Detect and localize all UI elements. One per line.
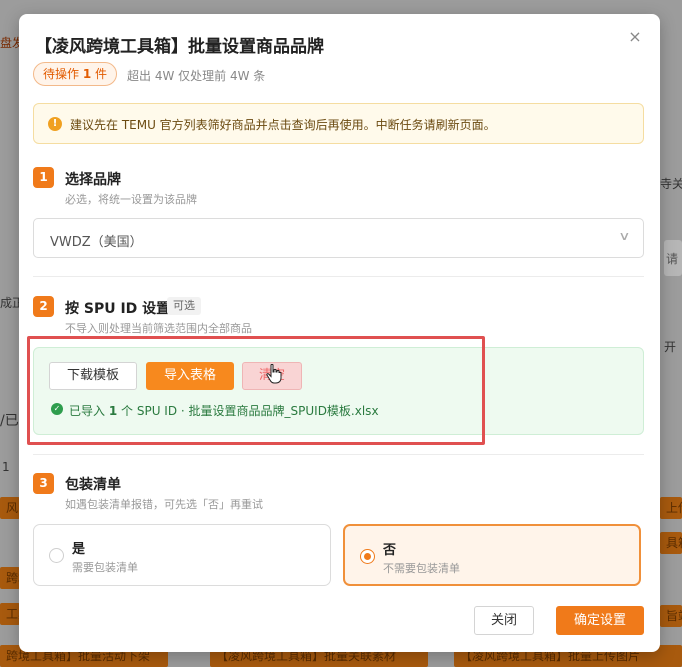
bg-strip: 旨站 xyxy=(660,605,682,627)
close-icon[interactable]: × xyxy=(624,26,646,48)
spu-import-panel: 下载模板 导入表格 清空 ✓ 已导入 1 个 SPU ID · 批量设置商品品牌… xyxy=(33,347,644,435)
import-result-prefix: 已导入 xyxy=(69,404,106,418)
step-3-desc: 如遇包装清单报错，可先选「否」再重试 xyxy=(65,498,263,511)
no-label: 否 xyxy=(383,543,397,558)
import-result-suffix: 个 SPU ID · 批量设置商品品牌_SPUID模板.xlsx xyxy=(121,404,379,418)
limit-note: 超出 4W 仅处理前 4W 条 xyxy=(127,69,266,83)
chevron-down-icon: ∨ xyxy=(618,229,631,243)
optional-tag: 可选 xyxy=(167,297,201,315)
dialog-title: 【凌风跨境工具箱】批量设置商品品牌 xyxy=(35,37,324,57)
step-3-number: 3 xyxy=(33,473,54,494)
no-sub: 不需要包装清单 xyxy=(383,562,460,575)
import-result: 已导入 1 个 SPU ID · 批量设置商品品牌_SPUID模板.xlsx xyxy=(69,402,379,419)
hand-cursor-icon xyxy=(266,364,282,384)
step-2-title: 按 SPU ID 设置 xyxy=(65,301,171,317)
bg-strip: 上传 xyxy=(660,497,682,519)
step-3-title: 包装清单 xyxy=(65,477,121,493)
bg-strip: 跨境 xyxy=(0,567,20,589)
bg-strip: 风 xyxy=(0,497,20,519)
step-1-number: 1 xyxy=(33,167,54,188)
download-template-button[interactable]: 下载模板 xyxy=(49,362,137,390)
bg-strip: 工具 xyxy=(0,603,20,625)
step-1-title: 选择品牌 xyxy=(65,172,121,188)
import-table-button[interactable]: 导入表格 xyxy=(146,362,234,390)
import-result-count: 1 xyxy=(108,404,118,418)
pending-label: 待操作 xyxy=(43,67,80,81)
pending-badge: 待操作 1 件 xyxy=(33,62,118,86)
step-2-number: 2 xyxy=(33,296,54,317)
yes-label: 是 xyxy=(72,542,86,557)
step-2-desc: 不导入则处理当前筛选范围内全部商品 xyxy=(65,322,252,335)
bg-text: 1 xyxy=(2,460,10,474)
bg-text: 寺关注 xyxy=(660,177,682,191)
brand-select[interactable]: VWDZ（美国） ∨ xyxy=(33,218,644,258)
close-button[interactable]: 关闭 xyxy=(474,606,534,635)
check-circle-icon: ✓ xyxy=(51,403,63,415)
set-brand-dialog: 【凌风跨境工具箱】批量设置商品品牌 × 待操作 1 件 超出 4W 仅处理前 4… xyxy=(19,14,660,652)
packing-list-no-option[interactable]: 否 不需要包装清单 xyxy=(343,524,641,586)
confirm-button[interactable]: 确定设置 xyxy=(556,606,644,635)
warning-alert: ! 建议先在 TEMU 官方列表筛好商品并点击查询后再使用。中断任务请刷新页面。 xyxy=(33,103,644,144)
brand-select-value: VWDZ（美国） xyxy=(50,235,143,250)
bg-text: 请 xyxy=(666,252,679,266)
pending-count: 1 xyxy=(82,67,92,81)
warning-icon: ! xyxy=(48,117,62,131)
divider xyxy=(33,276,644,277)
packing-list-yes-option[interactable]: 是 需要包装清单 xyxy=(33,524,331,586)
radio-yes[interactable] xyxy=(49,548,64,563)
bg-strip: 具箱 xyxy=(660,532,682,554)
yes-sub: 需要包装清单 xyxy=(72,561,138,574)
radio-no[interactable] xyxy=(360,549,375,564)
bg-text: /已 xyxy=(0,413,19,429)
bg-text: 开 xyxy=(664,340,677,354)
alert-text: 建议先在 TEMU 官方列表筛好商品并点击查询后再使用。中断任务请刷新页面。 xyxy=(70,118,496,132)
pending-unit: 件 xyxy=(95,67,108,81)
divider xyxy=(33,454,644,455)
step-1-desc: 必选，将统一设置为该品牌 xyxy=(65,193,197,206)
